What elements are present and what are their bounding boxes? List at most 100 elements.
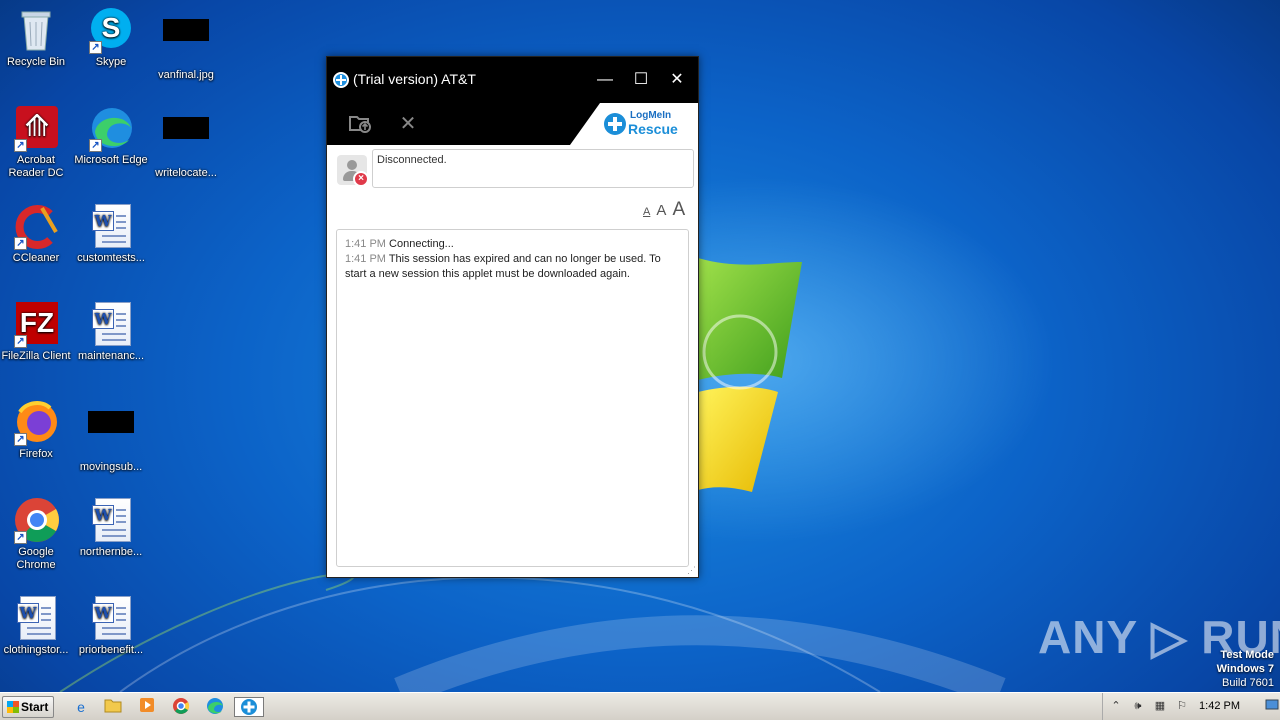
- shortcut-arrow-icon: ↗: [14, 531, 27, 544]
- log-time: 1:41 PM: [345, 238, 386, 250]
- desktop-icon-recycle-bin[interactable]: Recycle Bin: [0, 6, 74, 69]
- rescue-plus-icon: [333, 72, 349, 88]
- rescue-plus-icon: [604, 113, 626, 135]
- word-document-icon: W: [87, 300, 135, 348]
- windows-logo-icon: [7, 701, 19, 713]
- redacted-thumbnail-icon: [162, 19, 210, 67]
- shortcut-arrow-icon: ↗: [14, 139, 27, 152]
- word-document-icon: W: [87, 496, 135, 544]
- redacted-thumbnail-icon: [162, 117, 210, 165]
- brand-product: Rescue: [628, 121, 678, 137]
- start-button[interactable]: Start: [2, 696, 54, 718]
- show-desktop-icon[interactable]: [1265, 699, 1279, 713]
- clock[interactable]: 1:42 PM: [1199, 700, 1240, 712]
- desktop-icon-label: Acrobat Reader DC: [8, 154, 64, 179]
- chrome-taskbar-icon[interactable]: [168, 697, 194, 717]
- test-mode-notice: Test Mode Windows 7 Build 7601: [1217, 648, 1274, 690]
- edge-icon: ↗: [87, 104, 135, 152]
- word-document-icon: W: [87, 202, 135, 250]
- filezilla-icon: FZ ↗: [12, 300, 60, 348]
- desktop-icon-label: writelocate...: [155, 167, 217, 179]
- shortcut-arrow-icon: ↗: [14, 237, 27, 250]
- desktop-icon-label: customtests...: [77, 252, 145, 264]
- desktop-icon-label: Recycle Bin: [6, 56, 66, 68]
- desktop-icon-chrome[interactable]: ↗ Google Chrome: [0, 496, 74, 572]
- logmein-rescue-window: (Trial version) AT&T — ☐ ✕ ✕ LogMeIn Res…: [326, 56, 699, 578]
- rescue-taskbar-button[interactable]: [234, 697, 264, 717]
- minimize-button[interactable]: —: [590, 67, 620, 93]
- shortcut-arrow-icon: ↗: [14, 433, 27, 446]
- desktop-icon-firefox[interactable]: ↗ Firefox: [0, 398, 74, 461]
- log-text: Connecting...: [389, 238, 454, 250]
- word-document-icon: W: [12, 594, 60, 642]
- system-tray: ⌃ 🕪 ▦ ⚐ 1:42 PM: [1102, 693, 1280, 720]
- desktop-icon-redacted[interactable]: writelocate...: [148, 104, 224, 180]
- desktop-icon-doc[interactable]: W maintenanc...: [73, 300, 149, 363]
- desktop-icon-doc[interactable]: W customtests...: [73, 202, 149, 265]
- taskbar: Start e ⌃ 🕪 ▦ ⚐ 1:42 PM: [0, 692, 1280, 720]
- send-file-icon[interactable]: [347, 111, 373, 137]
- shortcut-arrow-icon: ↗: [89, 139, 102, 152]
- font-size-small-button[interactable]: A: [643, 206, 650, 218]
- build-label: Build 7601: [1222, 677, 1274, 689]
- resize-grip-icon[interactable]: ⋰: [687, 565, 696, 576]
- media-player-icon[interactable]: [134, 697, 160, 717]
- start-label: Start: [21, 700, 49, 714]
- font-size-large-button[interactable]: A: [672, 199, 685, 221]
- volume-icon[interactable]: 🕪: [1131, 699, 1145, 713]
- desktop-icon-label: priorbenefit...: [78, 644, 144, 656]
- skype-icon: S ↗: [87, 6, 135, 54]
- desktop-icon-doc[interactable]: W northernbe...: [73, 496, 149, 559]
- acrobat-icon: ⟰ ↗: [12, 104, 60, 152]
- logmein-rescue-logo: LogMeIn Rescue: [570, 103, 698, 145]
- shortcut-arrow-icon: ↗: [89, 41, 102, 54]
- chrome-icon: ↗: [12, 496, 60, 544]
- close-button[interactable]: ✕: [662, 67, 692, 93]
- title-bar[interactable]: (Trial version) AT&T — ☐ ✕: [327, 57, 698, 103]
- desktop-icon-edge[interactable]: ↗ Microsoft Edge: [73, 104, 149, 167]
- log-entry: 1:41 PM This session has expired and can…: [345, 252, 680, 282]
- desktop-icon-label: Microsoft Edge: [74, 154, 148, 166]
- window-title: (Trial version) AT&T: [353, 71, 476, 87]
- redacted-thumbnail-icon: [87, 411, 135, 459]
- desktop-icon-label: clothingstor...: [3, 644, 69, 656]
- brand-name: LogMeIn: [630, 110, 672, 121]
- network-icon[interactable]: ▦: [1153, 699, 1167, 713]
- desktop-icon-acrobat[interactable]: ⟰ ↗ Acrobat Reader DC: [0, 104, 74, 180]
- desktop-icon-redacted[interactable]: vanfinal.jpg: [148, 6, 224, 82]
- maximize-button[interactable]: ☐: [626, 67, 656, 93]
- edge-taskbar-icon[interactable]: [202, 697, 228, 717]
- test-mode-label: Test Mode: [1220, 649, 1274, 661]
- end-session-icon[interactable]: ✕: [395, 111, 421, 137]
- shortcut-arrow-icon: ↗: [14, 335, 27, 348]
- show-hidden-icons-icon[interactable]: ⌃: [1109, 699, 1123, 713]
- os-label: Windows 7: [1216, 663, 1274, 675]
- status-field: Disconnected.: [372, 149, 694, 188]
- desktop-icon-label: vanfinal.jpg: [158, 69, 214, 81]
- ccleaner-icon: ↗: [12, 202, 60, 250]
- log-text: This session has expired and can no long…: [345, 253, 661, 280]
- desktop-icon-doc[interactable]: W priorbenefit...: [73, 594, 149, 657]
- desktop-icon-label: Google Chrome: [16, 546, 56, 571]
- desktop-icon-label: movingsub...: [79, 461, 143, 473]
- toolbar: ✕ LogMeIn Rescue: [327, 103, 698, 145]
- desktop-icon-label: northernbe...: [79, 546, 143, 558]
- desktop-icon-skype[interactable]: S ↗ Skype: [73, 6, 149, 69]
- disconnected-error-icon: ×: [353, 171, 369, 187]
- desktop-icon-label: FileZilla Client: [1, 350, 71, 362]
- log-entry: 1:41 PM Connecting...: [345, 237, 680, 252]
- desktop-icon-label: Skype: [95, 56, 127, 68]
- desktop-icon-label: maintenanc...: [77, 350, 145, 362]
- desktop-icon-ccleaner[interactable]: ↗ CCleaner: [0, 202, 74, 265]
- font-size-selector: A A A: [643, 199, 688, 221]
- word-document-icon: W: [87, 594, 135, 642]
- desktop-icon-filezilla[interactable]: FZ ↗ FileZilla Client: [0, 300, 74, 363]
- desktop-icon-redacted[interactable]: movingsub...: [73, 398, 149, 474]
- log-time: 1:41 PM: [345, 253, 386, 265]
- file-explorer-icon[interactable]: [100, 697, 126, 717]
- action-center-flag-icon[interactable]: ⚐: [1175, 699, 1189, 713]
- font-size-medium-button[interactable]: A: [656, 202, 666, 219]
- desktop-icon-doc[interactable]: W clothingstor...: [0, 594, 74, 657]
- internet-explorer-icon[interactable]: e: [68, 697, 94, 717]
- chat-log: 1:41 PM Connecting... 1:41 PM This sessi…: [336, 229, 689, 567]
